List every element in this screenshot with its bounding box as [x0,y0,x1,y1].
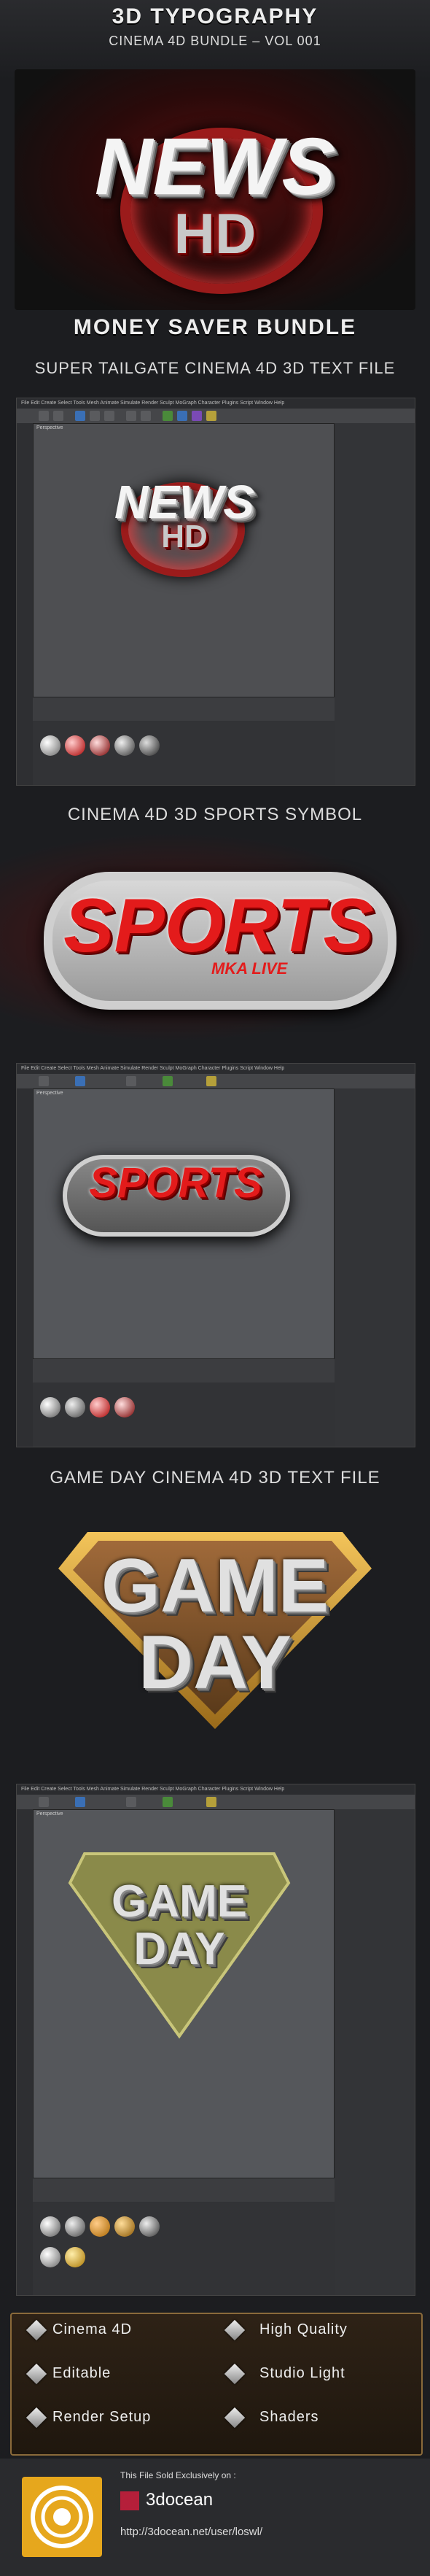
scale-icon[interactable] [90,411,100,421]
undo-icon[interactable] [39,411,49,421]
news-word: NEWS [95,122,335,212]
cube-icon[interactable] [163,1797,173,1807]
gameday-line2: DAY [138,1620,292,1705]
material-ball[interactable] [65,2247,85,2267]
material-ball[interactable] [40,1397,60,1417]
page-subtitle: CINEMA 4D BUNDLE – VOL 001 [109,34,321,48]
nurbs-icon[interactable] [177,411,187,421]
author-logo [22,2477,102,2557]
c4d-window-gameday: File Edit Create Select Tools Mesh Anima… [16,1784,415,2296]
cube-icon[interactable] [163,1076,173,1086]
rotate-icon[interactable] [104,411,114,421]
undo-icon[interactable] [39,1797,49,1807]
gameday-line1: GAME [101,1544,329,1628]
viewport-gameday-line1: GAME [112,1876,247,1927]
target-logo-icon [31,2486,93,2548]
c4d-viewport[interactable]: Perspective NEWS HD [33,423,335,697]
material-ball[interactable] [139,735,160,756]
material-ball[interactable] [90,2216,110,2237]
viewport-label: Perspective [36,1091,63,1096]
undo-icon[interactable] [39,1076,49,1086]
c4d-viewport[interactable]: Perspective GAME DAY [33,1809,335,2178]
brand-name: 3docean [146,2490,214,2510]
redo-icon[interactable] [53,411,63,421]
c4d-menubar[interactable]: File Edit Create Select Tools Mesh Anima… [17,1064,415,1074]
render-icon[interactable] [126,1076,136,1086]
page-title: 3D TYPOGRAPHY [112,4,318,28]
feature-cinema4d: Cinema 4D [52,2321,133,2337]
viewport-label: Perspective [36,1811,63,1817]
sports-render: SPORTS MKA LIVE [0,832,430,1043]
material-ball[interactable] [65,2216,85,2237]
c4d-object-manager[interactable] [335,423,415,785]
c4d-material-manager[interactable] [33,2202,335,2295]
feature-editable: Editable [52,2365,112,2381]
sports-section-title: CINEMA 4D 3D SPORTS SYMBOL [67,805,363,824]
cube-icon[interactable] [163,411,173,421]
material-ball[interactable] [90,1397,110,1417]
feature-render-setup: Render Setup [52,2409,152,2425]
light-icon[interactable] [206,1076,216,1086]
viewport-sports-word: SPORTS [89,1159,262,1207]
gameday-section-title: GAME DAY CINEMA 4D 3D TEXT FILE [50,1468,380,1488]
deformer-icon[interactable] [192,411,202,421]
feature-high-quality: High Quality [259,2321,348,2337]
viewport-label: Perspective [36,425,63,430]
move-icon[interactable] [75,1076,85,1086]
c4d-timeline[interactable] [33,2178,335,2202]
move-icon[interactable] [75,1797,85,1807]
c4d-object-manager[interactable] [335,1809,415,2295]
author-url[interactable]: http://3docean.net/user/loswl/ [120,2526,262,2538]
render-icon[interactable] [126,411,136,421]
material-ball[interactable] [40,2247,60,2267]
material-ball[interactable] [40,735,60,756]
c4d-toolbar[interactable] [17,409,415,423]
material-ball[interactable] [65,1397,85,1417]
c4d-menubar[interactable]: File Edit Create Select Tools Mesh Anima… [17,1784,415,1795]
c4d-object-manager[interactable] [335,1088,415,1447]
material-ball[interactable] [139,2216,160,2237]
c4d-left-toolbar[interactable] [17,423,33,785]
money-saver-subtitle: SUPER TAILGATE CINEMA 4D 3D TEXT FILE [34,359,396,377]
move-icon[interactable] [75,411,85,421]
material-ball[interactable] [65,735,85,756]
render-icon[interactable] [126,1797,136,1807]
viewport-gameday-line2: DAY [133,1924,225,1974]
c4d-toolbar[interactable] [17,1795,415,1809]
c4d-toolbar[interactable] [17,1074,415,1088]
material-ball[interactable] [114,1397,135,1417]
sports-tag: MKA LIVE [211,959,288,978]
material-ball[interactable] [90,735,110,756]
c4d-window-sports: File Edit Create Select Tools Mesh Anima… [16,1063,415,1447]
c4d-timeline[interactable] [33,697,335,721]
light-icon[interactable] [206,1797,216,1807]
material-ball[interactable] [40,2216,60,2237]
c4d-left-toolbar[interactable] [17,1088,33,1447]
c4d-viewport[interactable]: Perspective SPORTS [33,1088,335,1359]
sold-text: This File Sold Exclusively on : [120,2470,236,2480]
material-ball[interactable] [114,735,135,756]
c4d-menubar[interactable]: File Edit Create Select Tools Mesh Anima… [17,398,415,409]
news-hd-render: NEWS HD [15,69,415,310]
c4d-left-toolbar[interactable] [17,1809,33,2295]
feature-shaders: Shaders [259,2409,319,2425]
c4d-timeline[interactable] [33,1358,335,1382]
light-icon[interactable] [206,411,216,421]
material-ball[interactable] [114,2216,135,2237]
c4d-window-news: File Edit Create Select Tools Mesh Anima… [16,398,415,786]
c4d-material-manager[interactable] [33,721,335,785]
hd-badge: HD [173,201,257,266]
c4d-material-manager[interactable] [33,1382,335,1447]
sports-word: SPORTS [63,883,374,968]
render-settings-icon[interactable] [141,411,151,421]
money-saver-title: MONEY SAVER BUNDLE [73,315,357,339]
3docean-icon [120,2491,139,2510]
feature-studio-light: Studio Light [259,2365,345,2381]
viewport-hd-badge: HD [161,519,208,554]
